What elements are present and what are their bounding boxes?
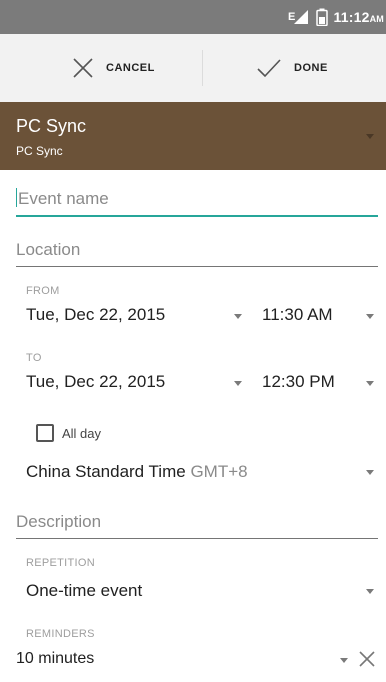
location-placeholder: Location [16,240,81,259]
action-divider [202,50,203,86]
repetition-selector[interactable]: One-time event [26,581,142,601]
all-day-checkbox[interactable] [36,424,54,442]
network-type-label: E [288,11,295,23]
dropdown-caret-icon [366,314,374,319]
done-label: DONE [294,62,328,74]
clock: 11:12AM [333,9,384,25]
remove-reminder-icon[interactable] [358,650,376,668]
status-bar: E 11:12AM [0,0,386,34]
from-time[interactable]: 11:30 AM [262,305,333,325]
dropdown-caret-icon [366,381,374,386]
dropdown-caret-icon [234,381,242,386]
action-bar: CANCEL DONE [0,34,386,102]
battery-icon [315,8,328,26]
from-date[interactable]: Tue, Dec 22, 2015 [26,305,165,325]
dropdown-caret-icon [366,589,374,594]
dropdown-caret-icon [366,134,374,139]
event-name-placeholder: Event name [18,189,109,208]
from-label: FROM [26,285,60,297]
to-label: TO [26,352,42,364]
location-field[interactable]: Location [16,240,378,267]
close-icon [73,58,93,78]
signal-icon: E [288,10,308,24]
reminder-selector[interactable]: 10 minutes [16,650,94,668]
timezone-offset: GMT+8 [190,462,248,481]
status-icons: E 11:12AM [288,0,384,34]
calendar-selector[interactable]: PC Sync PC Sync [0,102,386,170]
done-button[interactable]: DONE [256,34,328,102]
event-name-field[interactable]: Event name [16,188,378,217]
dropdown-caret-icon [340,658,348,663]
cancel-button[interactable]: CANCEL [72,34,155,102]
check-icon [257,59,281,78]
timezone-name: China Standard Time [26,462,186,481]
to-date[interactable]: Tue, Dec 22, 2015 [26,372,165,392]
to-time[interactable]: 12:30 PM [262,372,335,392]
calendar-account: PC Sync [16,144,63,158]
dropdown-caret-icon [366,470,374,475]
dropdown-caret-icon [234,314,242,319]
text-cursor [16,188,17,207]
description-placeholder: Description [16,512,102,531]
description-field[interactable]: Description [16,512,378,539]
repetition-label: REPETITION [26,557,96,569]
calendar-name: PC Sync [16,116,87,136]
cancel-label: CANCEL [106,62,155,74]
reminders-label: REMINDERS [26,628,95,640]
all-day-label: All day [62,426,102,441]
timezone-selector[interactable]: China Standard Time GMT+8 [26,462,248,482]
